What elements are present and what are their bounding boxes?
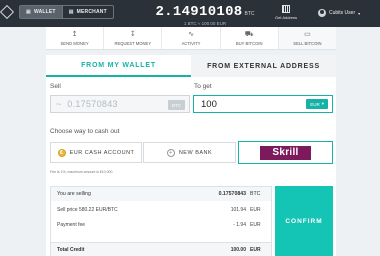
merchant-tab[interactable]: ▤ MERCHANT bbox=[61, 6, 113, 18]
new-bank-option[interactable]: + NEW BANK bbox=[143, 142, 236, 163]
nav-request-money[interactable]: ↧ REQUEST MONEY bbox=[104, 27, 163, 49]
nav-label: SEND MONEY bbox=[60, 40, 89, 46]
nav-label: ACTIVITY bbox=[181, 40, 201, 46]
summary-currency: BTC bbox=[250, 191, 261, 197]
user-menu[interactable]: Cubits User ▾ bbox=[318, 9, 360, 17]
skrill-option[interactable]: Skrill bbox=[238, 141, 333, 164]
wallet-icon: ▣ bbox=[26, 9, 31, 15]
sell-amount-value: 0.17570843 bbox=[67, 99, 118, 109]
nav-activity[interactable]: ∿ ACTIVITY bbox=[162, 27, 221, 49]
cashout-label: Choose way to cash out bbox=[50, 128, 120, 135]
sell-amount-field[interactable]: ~ 0.17570843 BTC bbox=[50, 95, 190, 113]
option-label: EUR CASH ACCOUNT bbox=[69, 149, 135, 156]
user-avatar-icon bbox=[318, 9, 326, 17]
nav-sell-bitcoin[interactable]: ▭ SELL BITCOIN bbox=[278, 27, 337, 49]
nav-label: BUY BITCOIN bbox=[235, 40, 263, 46]
get-amount-input[interactable]: 100 EUR ▾ bbox=[193, 95, 333, 113]
nav-buy-bitcoin[interactable]: ⛟ BUY BITCOIN bbox=[221, 27, 279, 49]
qr-code-icon bbox=[282, 5, 290, 13]
store-icon: ▤ bbox=[68, 9, 74, 15]
action-nav: ↥ SEND MONEY ↧ REQUEST MONEY ∿ ACTIVITY … bbox=[46, 27, 337, 50]
currency-select-label: EUR bbox=[310, 101, 320, 107]
user-name: Cubits User bbox=[329, 10, 356, 16]
skrill-logo: Skrill bbox=[260, 145, 311, 160]
wallet-tab[interactable]: ▣ WALLET bbox=[20, 6, 62, 18]
summary-value: 100.00 bbox=[230, 247, 246, 253]
logo-icon[interactable] bbox=[0, 4, 15, 20]
sale-summary: You are selling 0.17570843 BTC Sell pric… bbox=[50, 186, 272, 256]
sell-label: Sell bbox=[50, 83, 61, 90]
source-tabs: FROM MY WALLET FROM EXTERNAL ADDRESS bbox=[46, 55, 336, 77]
cart-icon: ⛟ bbox=[244, 30, 254, 38]
get-address-label: Get Address bbox=[274, 15, 297, 20]
sell-currency-badge: BTC bbox=[168, 100, 185, 110]
get-label: To get bbox=[194, 83, 212, 90]
get-amount-value: 100 bbox=[201, 98, 217, 110]
tab-from-external[interactable]: FROM EXTERNAL ADDRESS bbox=[191, 55, 336, 77]
approx-sign: ~ bbox=[56, 99, 62, 109]
summary-label: Total Credit bbox=[57, 247, 85, 253]
summary-label: Sell price 580.22 EUR/BTC bbox=[57, 207, 118, 213]
wallet-icon: ▭ bbox=[304, 30, 311, 38]
sell-panel: FROM MY WALLET FROM EXTERNAL ADDRESS Sel… bbox=[46, 55, 336, 256]
euro-coin-icon: € bbox=[57, 148, 66, 157]
summary-row-selling: You are selling 0.17570843 BTC bbox=[51, 187, 271, 201]
exchange-rate: 1 BTC ≈ 100.00 EUR bbox=[183, 21, 227, 26]
summary-currency: EUR bbox=[250, 222, 261, 228]
nav-label: SELL BITCOIN bbox=[293, 40, 322, 46]
summary-label: Payment fee bbox=[57, 222, 86, 228]
nav-label: REQUEST MONEY bbox=[114, 40, 152, 46]
tab-from-wallet[interactable]: FROM MY WALLET bbox=[46, 55, 191, 77]
get-address-button[interactable]: Get Address bbox=[272, 5, 300, 20]
confirm-button[interactable]: CONFIRM bbox=[275, 186, 333, 256]
fee-note: Fee is 1%, maximum amount is €10.000 bbox=[50, 170, 113, 174]
wallet-tab-label: WALLET bbox=[33, 9, 56, 15]
summary-currency: EUR bbox=[250, 207, 261, 213]
summary-value: 101.94 bbox=[230, 207, 246, 213]
summary-label: You are selling bbox=[57, 191, 91, 197]
summary-value: 0.17570843 bbox=[218, 191, 246, 197]
chevron-down-icon: ▾ bbox=[358, 10, 361, 16]
balance-amount: 2.14910108 bbox=[155, 4, 243, 20]
summary-value: - 1.94 bbox=[233, 222, 246, 228]
pulse-icon: ∿ bbox=[188, 30, 194, 38]
eur-cash-account-option[interactable]: € EUR CASH ACCOUNT bbox=[50, 142, 142, 163]
balance-display: 2.14910108 BTC 1 BTC ≈ 100.00 EUR bbox=[150, 2, 260, 26]
balance-currency: BTC bbox=[244, 11, 255, 17]
plus-icon: + bbox=[166, 148, 175, 157]
summary-currency: EUR bbox=[250, 247, 261, 253]
arrow-down-icon: ↧ bbox=[129, 30, 136, 38]
summary-row-total: Total Credit 100.00 EUR bbox=[51, 242, 271, 256]
currency-select[interactable]: EUR ▾ bbox=[306, 99, 328, 109]
option-label: NEW BANK bbox=[178, 149, 213, 156]
top-bar: ▣ WALLET ▤ MERCHANT 2.14910108 BTC 1 BTC … bbox=[0, 0, 380, 27]
account-toggle: ▣ WALLET ▤ MERCHANT bbox=[19, 5, 114, 19]
nav-send-money[interactable]: ↥ SEND MONEY bbox=[46, 27, 105, 49]
chevron-down-icon: ▾ bbox=[321, 101, 324, 106]
arrow-up-icon: ↥ bbox=[71, 30, 78, 38]
merchant-tab-label: MERCHANT bbox=[76, 9, 107, 15]
